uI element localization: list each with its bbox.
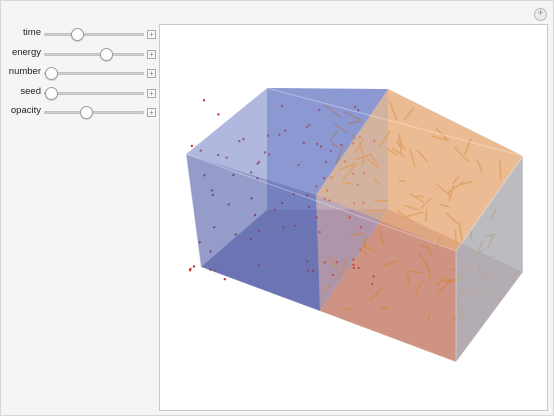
slider-track [44,33,144,36]
cold-particle [192,265,196,268]
time-plus-icon[interactable]: + [147,30,156,39]
box-visualization[interactable] [160,25,547,410]
slider-track [44,111,144,114]
plus-circle-icon[interactable]: + [534,8,547,21]
energy-plus-icon[interactable]: + [147,49,156,59]
manipulate-panel: + time + energy + number + seed + opacit… [0,0,554,416]
control-number: number + [1,64,159,84]
opacity-label: opacity [10,105,41,116]
opacity-plus-icon[interactable]: + [147,108,156,117]
time-label: time [23,27,41,38]
controls-panel: time + energy + number + seed + opacity … [1,25,159,123]
time-slider[interactable] [44,28,144,41]
seed-slider[interactable] [44,86,144,100]
cold-particle [223,278,226,281]
slider-track [44,52,144,56]
slider-thumb[interactable] [100,47,113,61]
slider-thumb[interactable] [45,67,58,80]
slider-thumb[interactable] [45,86,58,100]
number-slider[interactable] [44,67,144,80]
simulation-display[interactable] [159,24,548,411]
slider-thumb[interactable] [71,28,84,41]
number-plus-icon[interactable]: + [147,69,156,78]
seed-label: seed [20,85,41,97]
number-label: number [8,66,41,77]
cold-particle [189,267,192,271]
cold-particle [202,99,206,102]
seed-plus-icon[interactable]: + [147,88,156,98]
control-energy: energy + [1,45,159,65]
cold-particle [190,144,194,148]
opacity-slider[interactable] [44,106,144,119]
cold-particle [217,113,220,116]
control-time: time + [1,25,159,45]
energy-slider[interactable] [44,47,144,61]
slider-track [44,72,144,75]
slider-track [44,91,144,95]
control-opacity: opacity + [1,103,159,123]
energy-label: energy [11,46,41,58]
slider-thumb[interactable] [80,106,93,119]
control-seed: seed + [1,84,159,104]
